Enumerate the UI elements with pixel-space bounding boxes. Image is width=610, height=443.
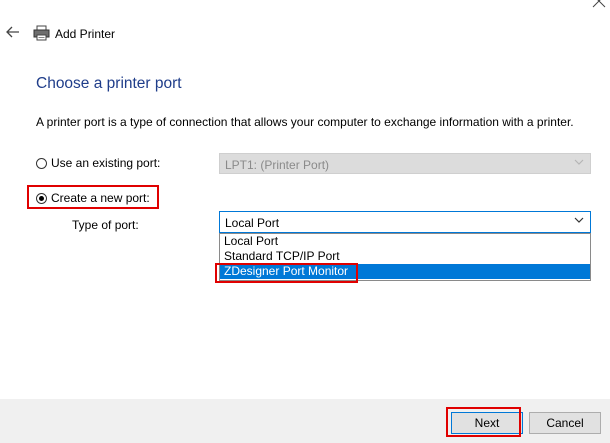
page-description: A printer port is a type of connection t…	[36, 115, 574, 129]
existing-port-value: LPT1: (Printer Port)	[225, 158, 330, 172]
printer-icon	[33, 25, 51, 43]
type-of-port-label: Type of port:	[72, 218, 139, 232]
port-type-select[interactable]: Local Port	[219, 211, 591, 233]
chevron-down-icon	[574, 215, 584, 228]
highlight-create-new-port	[27, 185, 159, 209]
page-heading: Choose a printer port	[36, 75, 182, 92]
highlight-next-button	[446, 407, 521, 437]
use-existing-port-radio[interactable]: Use an existing port:	[36, 156, 160, 170]
existing-port-select: LPT1: (Printer Port)	[219, 153, 591, 174]
cancel-button[interactable]: Cancel	[529, 412, 601, 434]
port-type-value: Local Port	[225, 216, 280, 230]
window-title: Add Printer	[55, 27, 116, 41]
chevron-down-icon	[574, 157, 584, 170]
highlight-zdesigner-option	[215, 263, 358, 283]
radio-unchecked-icon	[36, 157, 47, 169]
back-arrow-icon[interactable]	[6, 25, 22, 41]
port-option-local[interactable]: Local Port	[220, 234, 590, 249]
use-existing-port-label: Use an existing port:	[51, 156, 161, 170]
close-icon[interactable]	[592, 0, 610, 12]
port-option-tcpip[interactable]: Standard TCP/IP Port	[220, 249, 590, 264]
